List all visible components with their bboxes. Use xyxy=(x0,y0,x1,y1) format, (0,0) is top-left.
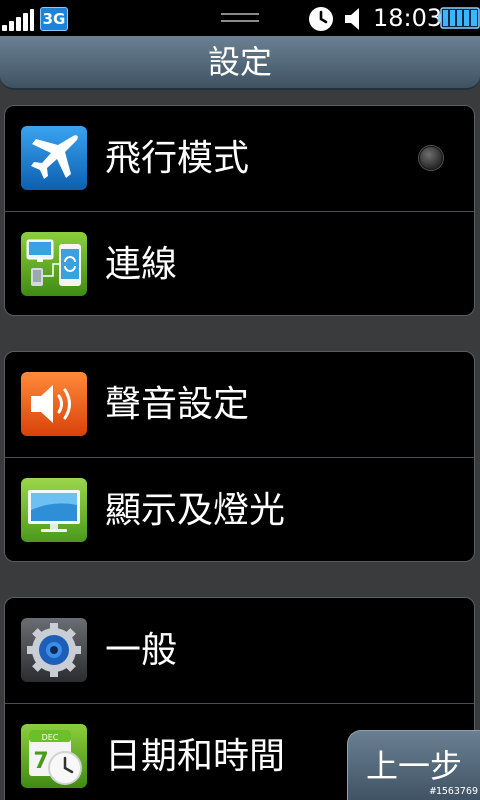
settings-item-label: 一般 xyxy=(105,630,178,671)
settings-item-general[interactable]: 一般 xyxy=(5,598,474,703)
settings-item-sound[interactable]: 聲音設定 xyxy=(5,352,474,457)
settings-item-label: 連線 xyxy=(105,244,178,285)
clock: 18:03 xyxy=(373,4,443,32)
battery-icon xyxy=(438,7,480,29)
settings-item-display[interactable]: 顯示及燈光 xyxy=(5,457,474,561)
watermark: #1563769 xyxy=(429,786,478,797)
calendar-day: 7 xyxy=(33,749,48,774)
monitor-icon xyxy=(21,478,87,542)
settings-item-label: 顯示及燈光 xyxy=(105,490,286,531)
settings-item-label: 日期和時間 xyxy=(105,736,286,777)
calendar-clock-icon: DEC 7 xyxy=(21,724,87,788)
connections-icon xyxy=(21,232,87,296)
page-title: 設定 xyxy=(207,43,272,81)
signal-icon xyxy=(2,9,34,31)
status-bar: 3G 18:03 xyxy=(0,0,480,36)
settings-group-1: 飛行模式 連線 xyxy=(4,105,475,316)
settings-item-flight-mode[interactable]: 飛行模式 xyxy=(5,106,474,211)
settings-group-2: 聲音設定 顯示及燈光 xyxy=(4,351,475,562)
3g-icon: 3G xyxy=(40,7,68,31)
settings-item-connections[interactable]: 連線 xyxy=(5,211,474,315)
gear-icon xyxy=(21,618,87,682)
settings-item-label: 聲音設定 xyxy=(105,384,250,425)
drag-handle-icon[interactable] xyxy=(221,12,259,24)
speaker-icon xyxy=(21,372,87,436)
calendar-month: DEC xyxy=(42,733,59,742)
flight-mode-toggle[interactable] xyxy=(419,146,443,170)
alarm-icon xyxy=(309,7,333,31)
title-bar: 設定 xyxy=(0,36,480,90)
settings-item-label: 飛行模式 xyxy=(105,138,250,179)
airplane-icon xyxy=(21,126,87,190)
volume-icon xyxy=(345,8,359,30)
